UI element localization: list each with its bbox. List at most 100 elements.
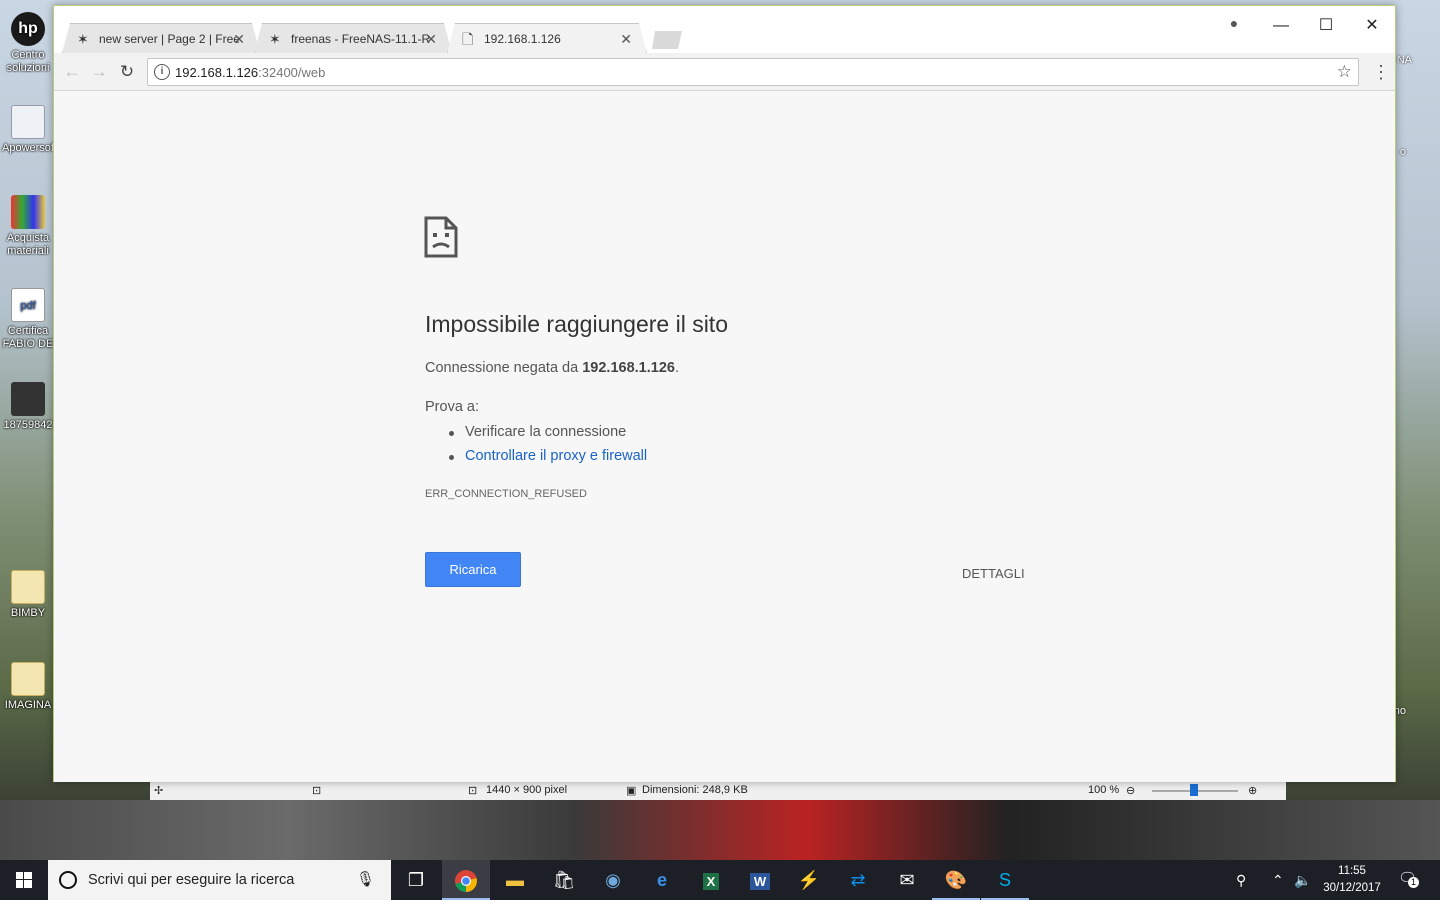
printer-supplies-icon <box>11 195 45 229</box>
excel-icon[interactable]: X <box>687 860 735 900</box>
forward-arrow-icon[interactable]: → <box>88 61 110 83</box>
bookmark-star-icon[interactable]: ☆ <box>1337 62 1352 82</box>
chrome-window: ✶ new server | Page 2 | Free ✕ ✶ freenas… <box>53 5 1396 782</box>
minimize-button[interactable]: — <box>1258 12 1304 40</box>
tab-freenas[interactable]: ✶ freenas - FreeNAS-11.1-R ✕ <box>254 23 452 53</box>
suggestion-list: Verificare la connessione Controllare il… <box>447 422 647 470</box>
word-icon[interactable]: W <box>736 860 784 900</box>
desktop-icon-label: Certifica FABIO DE <box>2 325 54 350</box>
reload-icon[interactable]: ↻ <box>116 61 138 83</box>
disk-icon: ▣ <box>626 785 637 797</box>
paint-icon[interactable]: 🎨 <box>932 860 980 900</box>
tab-new-server[interactable]: ✶ new server | Page 2 | Free ✕ <box>62 23 260 53</box>
folder-icon <box>11 570 45 604</box>
image-thumbnail-icon <box>11 382 45 416</box>
hp-icon: hp <box>11 12 45 46</box>
desktop-icon-right-label[interactable]: o <box>1400 146 1406 158</box>
desktop-icon-label: BIMBY <box>10 607 46 619</box>
tab-title: new server | Page 2 | Free <box>99 32 240 46</box>
image-size: Dimensioni: 248,9 KB <box>642 784 748 796</box>
folder-icon <box>11 662 45 696</box>
profile-icon[interactable]: ● <box>1224 13 1244 33</box>
desktop-icon-label: Acquista materiali <box>6 232 50 257</box>
freenas-icon: ✶ <box>269 31 281 47</box>
task-view-icon[interactable]: ❐ <box>392 860 440 900</box>
pdf-icon: pdf <box>11 288 45 322</box>
page-icon: 🗋 <box>462 31 474 47</box>
edge-icon[interactable]: e <box>638 860 686 900</box>
error-subtitle-host: 192.168.1.126 <box>582 360 675 376</box>
chevron-up-icon[interactable]: ⌃ <box>1272 860 1284 900</box>
cortana-icon <box>59 871 77 889</box>
taskbar-clock[interactable]: 11:55 30/12/2017 <box>1320 863 1384 897</box>
zoom-out-icon[interactable]: ⊖ <box>1126 784 1135 797</box>
chrome-icon <box>455 870 477 893</box>
desktop-icon-apowersoft[interactable]: Apowersof <box>0 105 56 155</box>
desktop-icon-photo[interactable]: 18759842 <box>0 382 56 432</box>
winamp-icon[interactable]: ⚡ <box>785 860 833 900</box>
thunderbird-icon[interactable]: ◉ <box>589 860 637 900</box>
desktop-icon-label: Centro soluzioni <box>6 49 50 74</box>
desktop-icon-label: IMAGINA <box>4 699 52 711</box>
try-label: Prova a: <box>425 399 479 415</box>
error-subtitle-prefix: Connessione negata da <box>425 360 583 376</box>
desktop-icon-acquista[interactable]: Acquista materiali <box>0 195 56 258</box>
desktop-icon-bimby[interactable]: BIMBY <box>0 570 56 620</box>
volume-icon[interactable]: 🔈 <box>1294 860 1311 900</box>
sad-page-icon <box>424 216 458 258</box>
details-button[interactable]: DETTAGLI <box>962 566 1025 581</box>
address-bar[interactable]: i 192.168.1.126:32400/web ☆ <box>147 58 1359 86</box>
crop-icon[interactable]: ⊡ <box>312 784 321 797</box>
close-tab-icon[interactable]: ✕ <box>233 31 245 48</box>
action-center-icon[interactable]: 🗨 1 <box>1398 869 1419 889</box>
desktop-icon-label: 18759842 <box>3 419 53 431</box>
error-code: ERR_CONNECTION_REFUSED <box>425 488 587 500</box>
desktop-icon-right-label[interactable]: NA <box>1397 54 1412 66</box>
address-url: 192.168.1.126:32400/web <box>175 65 325 80</box>
skype-icon[interactable]: S <box>981 860 1029 900</box>
chrome-menu-icon[interactable]: ⋮ <box>1372 61 1390 83</box>
suggestion-link-proxy-firewall[interactable]: Controllare il proxy e firewall <box>447 446 647 470</box>
close-tab-icon[interactable]: ✕ <box>425 31 437 48</box>
url-host: 192.168.1.126 <box>175 65 259 80</box>
error-subtitle-suffix: . <box>674 360 679 376</box>
error-page: Impossibile raggiungere il sito Connessi… <box>54 92 1395 782</box>
desktop-icon-imagina[interactable]: IMAGINA <box>0 662 56 712</box>
tab-title: 192.168.1.126 <box>484 32 561 46</box>
file-explorer-icon[interactable]: ▬ <box>491 860 539 900</box>
move-icon[interactable]: ✢ <box>154 784 163 797</box>
reload-button[interactable]: Ricarica <box>425 552 521 587</box>
clock-date: 30/12/2017 <box>1323 882 1381 894</box>
start-button[interactable] <box>0 860 48 900</box>
error-subtitle: Connessione negata da 192.168.1.126. <box>425 360 679 376</box>
zoom-level: 100 % <box>1088 784 1120 796</box>
zoom-in-icon[interactable]: ⊕ <box>1248 784 1257 797</box>
url-path: :32400/web <box>258 65 326 80</box>
info-icon[interactable]: i <box>154 64 170 80</box>
taskbar-search-box[interactable]: Scrivi qui per eseguire la ricerca 🎙 <box>48 860 391 900</box>
image-viewer-status-bar: ✢ ⊡ ⊡ 1440 × 900 pixel ▣ Dimensioni: 248… <box>150 780 1286 800</box>
browser-toolbar: ← → ↻ i 192.168.1.126:32400/web ☆ ⋮ <box>54 53 1395 91</box>
notification-count: 1 <box>1408 877 1419 888</box>
store-icon[interactable]: 🛍 <box>540 860 588 900</box>
desktop-icon-centro-soluzioni[interactable]: hp Centro soluzioni <box>0 12 56 75</box>
desktop-wallpaper-strip <box>0 800 1440 860</box>
mail-icon[interactable]: ✉ <box>883 860 931 900</box>
error-title: Impossibile raggiungere il sito <box>425 311 728 337</box>
tab-active-page[interactable]: 🗋 192.168.1.126 ✕ <box>447 23 647 53</box>
teamviewer-icon[interactable]: ⇄ <box>834 860 882 900</box>
chrome-taskbar-icon[interactable] <box>442 860 490 900</box>
new-tab-button[interactable] <box>650 31 684 49</box>
freenas-icon: ✶ <box>77 31 89 47</box>
microphone-icon[interactable]: 🎙 <box>356 870 375 888</box>
dimensions-icon: ⊡ <box>468 785 478 797</box>
close-window-button[interactable]: ✕ <box>1349 12 1395 40</box>
apowersoft-icon <box>11 105 45 139</box>
back-arrow-icon[interactable]: ← <box>61 61 83 83</box>
zoom-slider-thumb[interactable] <box>1190 784 1198 796</box>
close-tab-icon[interactable]: ✕ <box>620 31 632 48</box>
maximize-button[interactable]: ☐ <box>1303 12 1349 40</box>
desktop-icon-certificato[interactable]: pdf Certifica FABIO DE <box>0 288 56 351</box>
taskbar: Scrivi qui per eseguire la ricerca 🎙 ❐ ▬… <box>0 860 1440 900</box>
people-icon[interactable]: ⚲ <box>1236 860 1246 900</box>
